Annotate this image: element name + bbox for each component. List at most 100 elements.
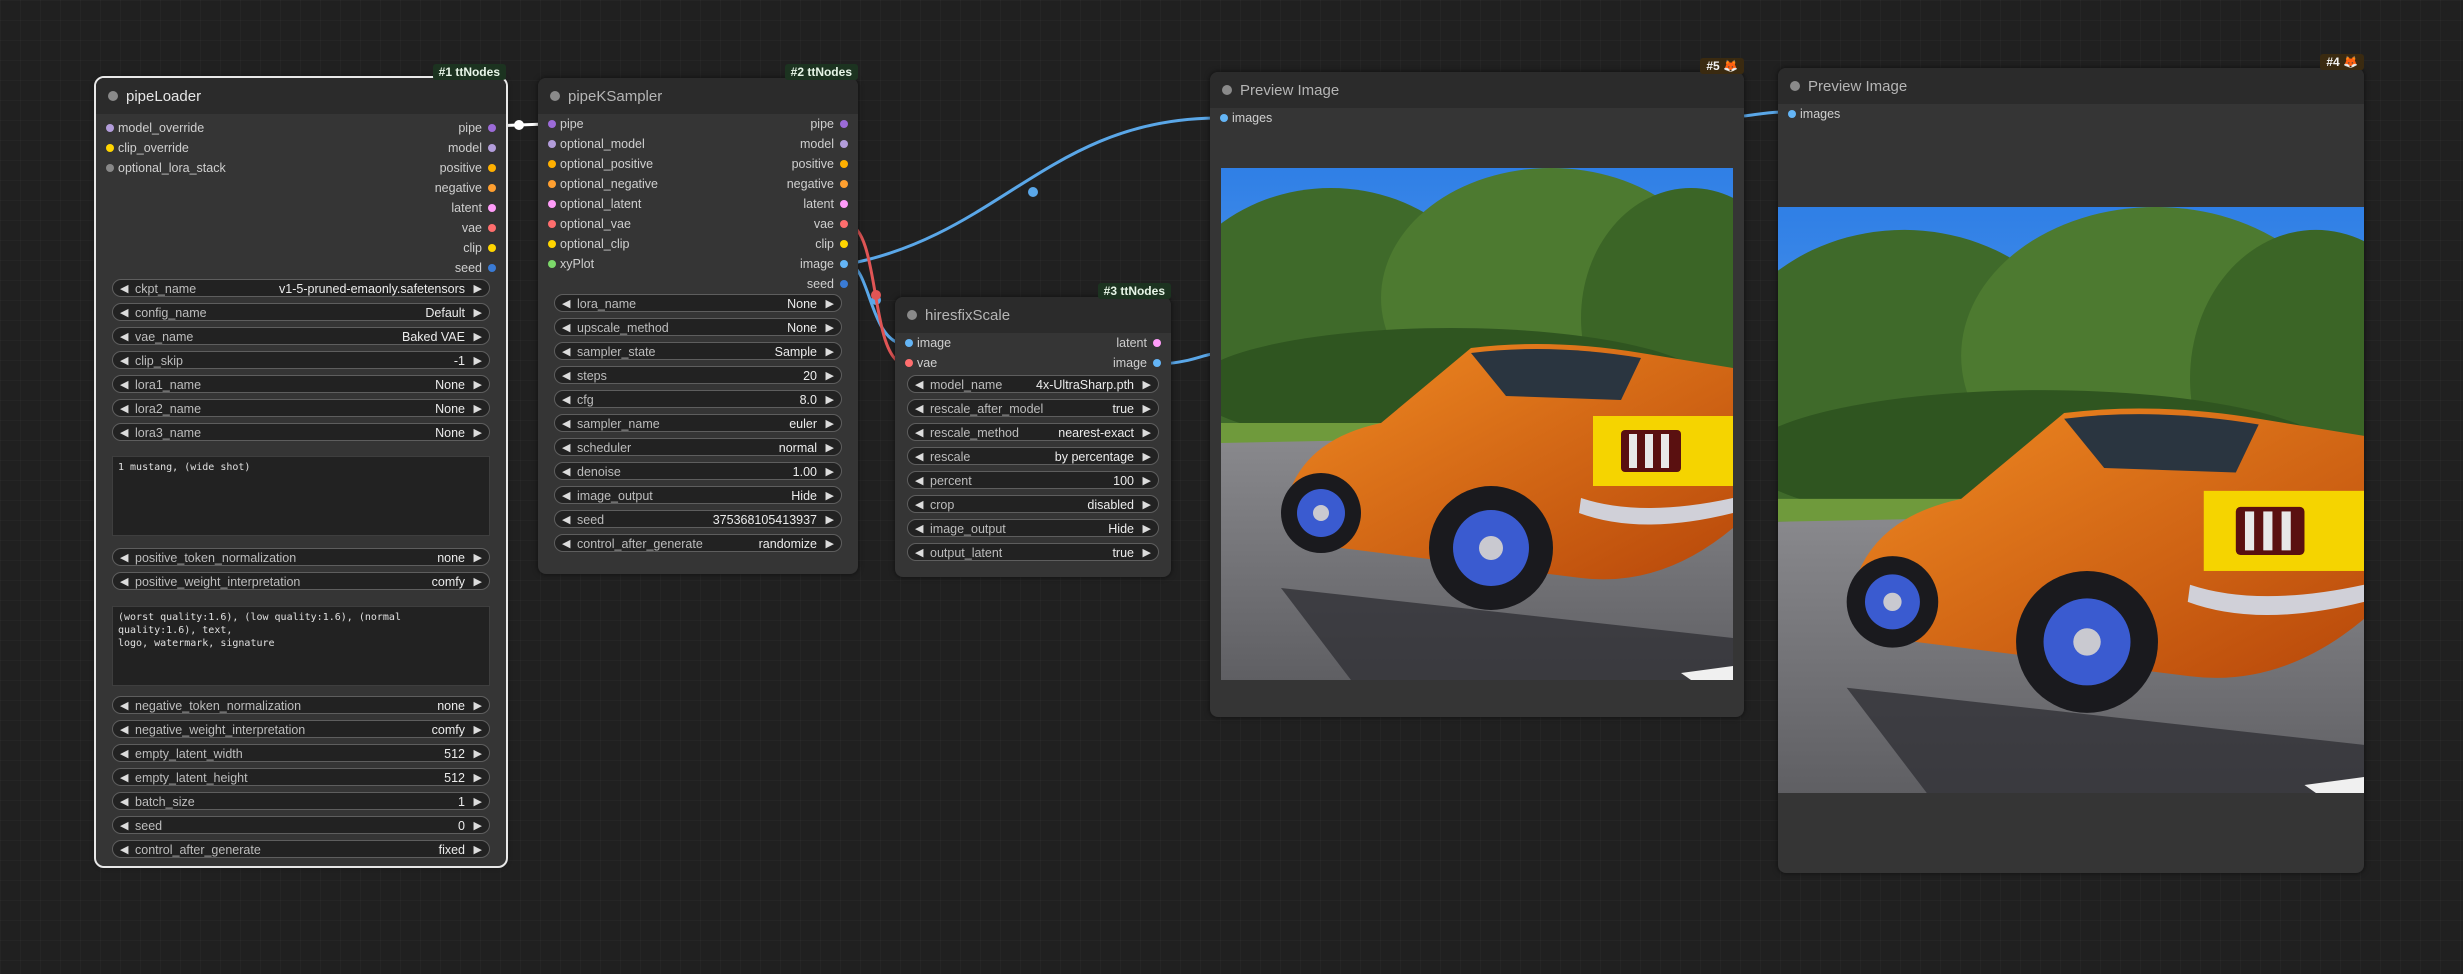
increment-arrow-icon[interactable]: ▶	[474, 721, 482, 739]
widget-positive-weight-interpretation[interactable]: ◀ positive_weight_interpretation comfy ▶	[112, 572, 490, 590]
slot-dot-icon[interactable]	[840, 220, 848, 228]
collapse-dot-icon[interactable]	[1790, 81, 1800, 91]
slot-dot-icon[interactable]	[548, 160, 556, 168]
widget-empty-latent-height[interactable]: ◀ empty_latent_height 512 ▶	[112, 768, 490, 786]
decrement-arrow-icon[interactable]: ◀	[915, 424, 923, 442]
widget-image-output[interactable]: ◀ image_output Hide ▶	[554, 486, 842, 504]
increment-arrow-icon[interactable]: ▶	[1143, 544, 1151, 562]
decrement-arrow-icon[interactable]: ◀	[915, 448, 923, 466]
output-slot-positive[interactable]: positive	[792, 155, 848, 173]
decrement-arrow-icon[interactable]: ◀	[562, 415, 570, 433]
increment-arrow-icon[interactable]: ▶	[826, 439, 834, 457]
decrement-arrow-icon[interactable]: ◀	[562, 343, 570, 361]
output-slot-negative[interactable]: negative	[787, 175, 848, 193]
increment-arrow-icon[interactable]: ▶	[826, 463, 834, 481]
slot-dot-icon[interactable]	[548, 260, 556, 268]
increment-arrow-icon[interactable]: ▶	[474, 841, 482, 859]
widget-lora2-name[interactable]: ◀ lora2_name None ▶	[112, 399, 490, 417]
output-slot-vae[interactable]: vae	[462, 219, 496, 237]
slot-dot-icon[interactable]	[905, 359, 913, 367]
increment-arrow-icon[interactable]: ▶	[826, 295, 834, 313]
increment-arrow-icon[interactable]: ▶	[474, 769, 482, 787]
increment-arrow-icon[interactable]: ▶	[1143, 448, 1151, 466]
decrement-arrow-icon[interactable]: ◀	[120, 721, 128, 739]
widget-seed[interactable]: ◀ seed 375368105413937 ▶	[554, 510, 842, 528]
slot-dot-icon[interactable]	[488, 164, 496, 172]
widget-rescale-after-model[interactable]: ◀ rescale_after_model true ▶	[907, 399, 1159, 417]
widget-output-latent[interactable]: ◀ output_latent true ▶	[907, 543, 1159, 561]
decrement-arrow-icon[interactable]: ◀	[120, 817, 128, 835]
decrement-arrow-icon[interactable]: ◀	[120, 841, 128, 859]
slot-dot-icon[interactable]	[548, 180, 556, 188]
decrement-arrow-icon[interactable]: ◀	[915, 400, 923, 418]
slot-dot-icon[interactable]	[488, 144, 496, 152]
negative-prompt-textarea[interactable]: (worst quality:1.6), (low quality:1.6), …	[112, 606, 490, 686]
input-slot-optional-positive[interactable]: optional_positive	[548, 155, 653, 173]
node-pipe-ksampler[interactable]: pipeKSampler #2 ttNodes pipe optional_mod…	[538, 64, 858, 574]
input-slot-images[interactable]: images	[1220, 109, 1272, 127]
widget-negative-weight-interpretation[interactable]: ◀ negative_weight_interpretation comfy ▶	[112, 720, 490, 738]
widget-cfg[interactable]: ◀ cfg 8.0 ▶	[554, 390, 842, 408]
collapse-dot-icon[interactable]	[1222, 85, 1232, 95]
collapse-dot-icon[interactable]	[108, 91, 118, 101]
link-midpoint-icon[interactable]	[514, 120, 524, 130]
increment-arrow-icon[interactable]: ▶	[474, 304, 482, 322]
slot-dot-icon[interactable]	[840, 160, 848, 168]
increment-arrow-icon[interactable]: ▶	[474, 549, 482, 567]
collapse-dot-icon[interactable]	[907, 310, 917, 320]
node-title-bar[interactable]: hiresfixScale #3 ttNodes	[895, 283, 1171, 333]
slot-dot-icon[interactable]	[840, 280, 848, 288]
input-slot-pipe[interactable]: pipe	[548, 115, 584, 133]
decrement-arrow-icon[interactable]: ◀	[120, 769, 128, 787]
slot-dot-icon[interactable]	[488, 244, 496, 252]
increment-arrow-icon[interactable]: ▶	[826, 415, 834, 433]
slot-dot-icon[interactable]	[1220, 114, 1228, 122]
increment-arrow-icon[interactable]: ▶	[826, 319, 834, 337]
increment-arrow-icon[interactable]: ▶	[474, 424, 482, 442]
slot-dot-icon[interactable]	[840, 180, 848, 188]
output-slot-latent[interactable]: latent	[1116, 334, 1161, 352]
output-slot-clip[interactable]: clip	[463, 239, 496, 257]
input-slot-optional-clip[interactable]: optional_clip	[548, 235, 630, 253]
preview-image[interactable]	[1778, 207, 2364, 793]
slot-dot-icon[interactable]	[1788, 110, 1796, 118]
output-slot-pipe[interactable]: pipe	[458, 119, 496, 137]
output-slot-image[interactable]: image	[800, 255, 848, 273]
increment-arrow-icon[interactable]: ▶	[474, 280, 482, 298]
increment-arrow-icon[interactable]: ▶	[474, 697, 482, 715]
decrement-arrow-icon[interactable]: ◀	[120, 793, 128, 811]
widget-batch-size[interactable]: ◀ batch_size 1 ▶	[112, 792, 490, 810]
increment-arrow-icon[interactable]: ▶	[826, 511, 834, 529]
increment-arrow-icon[interactable]: ▶	[1143, 496, 1151, 514]
link-image-to-preview5[interactable]	[847, 116, 1216, 266]
slot-dot-icon[interactable]	[548, 120, 556, 128]
increment-arrow-icon[interactable]: ▶	[826, 367, 834, 385]
input-slot-image[interactable]: image	[905, 334, 951, 352]
widget-config-name[interactable]: ◀ config_name Default ▶	[112, 303, 490, 321]
decrement-arrow-icon[interactable]: ◀	[915, 496, 923, 514]
output-slot-model[interactable]: model	[800, 135, 848, 153]
slot-dot-icon[interactable]	[488, 184, 496, 192]
slot-dot-icon[interactable]	[840, 140, 848, 148]
increment-arrow-icon[interactable]: ▶	[474, 328, 482, 346]
slot-dot-icon[interactable]	[488, 264, 496, 272]
widget-model-name[interactable]: ◀ model_name 4x-UltraSharp.pth ▶	[907, 375, 1159, 393]
node-preview-image-4[interactable]: Preview Image #4 🦊 images	[1778, 54, 2364, 873]
input-slot-model-override[interactable]: model_override	[106, 119, 204, 137]
link-midpoint-icon[interactable]	[871, 290, 881, 300]
output-slot-seed[interactable]: seed	[807, 275, 848, 293]
decrement-arrow-icon[interactable]: ◀	[120, 549, 128, 567]
slot-dot-icon[interactable]	[840, 120, 848, 128]
decrement-arrow-icon[interactable]: ◀	[120, 328, 128, 346]
widget-lora3-name[interactable]: ◀ lora3_name None ▶	[112, 423, 490, 441]
widget-seed[interactable]: ◀ seed 0 ▶	[112, 816, 490, 834]
output-slot-negative[interactable]: negative	[435, 179, 496, 197]
output-slot-latent[interactable]: latent	[803, 195, 848, 213]
widget-lora1-name[interactable]: ◀ lora1_name None ▶	[112, 375, 490, 393]
widget-rescale-method[interactable]: ◀ rescale_method nearest-exact ▶	[907, 423, 1159, 441]
node-title-bar[interactable]: pipeLoader #1 ttNodes	[96, 64, 506, 114]
widget-denoise[interactable]: ◀ denoise 1.00 ▶	[554, 462, 842, 480]
input-slot-clip-override[interactable]: clip_override	[106, 139, 189, 157]
widget-clip-skip[interactable]: ◀ clip_skip -1 ▶	[112, 351, 490, 369]
decrement-arrow-icon[interactable]: ◀	[562, 535, 570, 553]
